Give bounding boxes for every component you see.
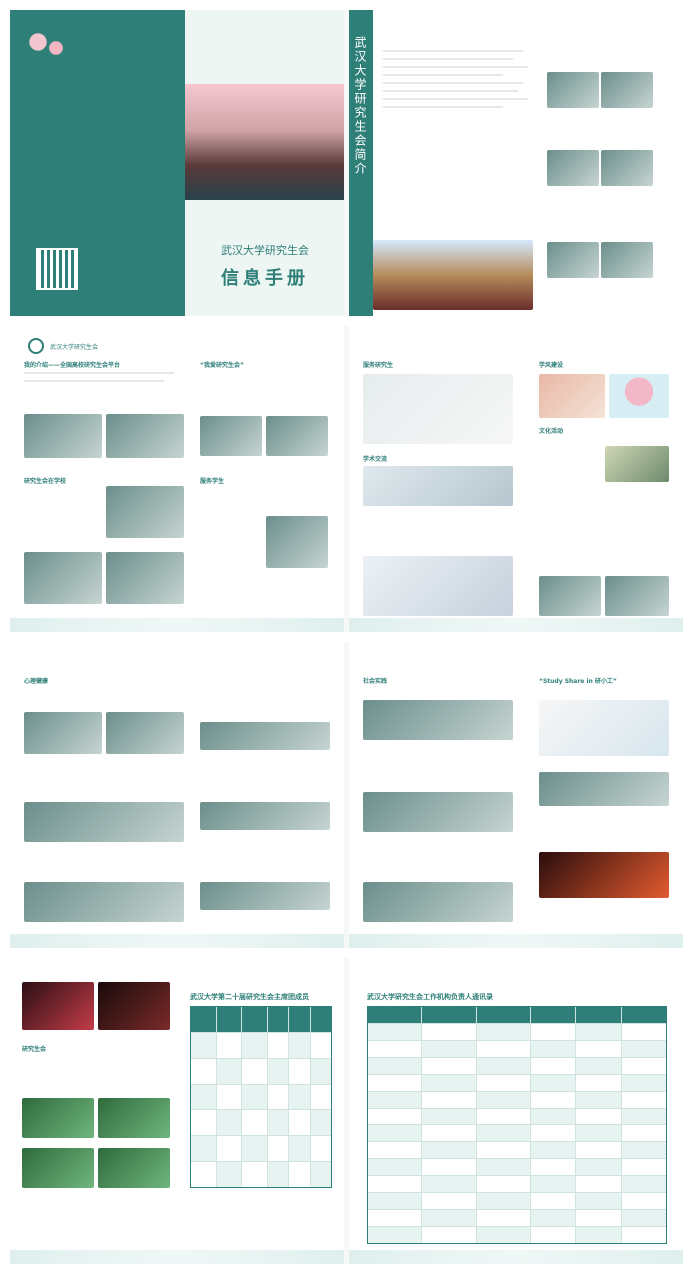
- intro-photo-6: [601, 242, 653, 278]
- member-table-1: 武汉大学第二十届研究生会主席团成员: [190, 992, 332, 1192]
- intro-page: 武汉大学研究生会简介: [349, 10, 683, 316]
- photo: [98, 1098, 170, 1138]
- photo: [363, 556, 513, 616]
- page-2-right: 服务研究生 学术交流 学风建设 文化活动: [349, 326, 683, 632]
- member-table-2: 武汉大学研究生会工作机构负责人通讯录: [367, 992, 667, 1244]
- section-title: 社会实践: [363, 678, 388, 685]
- decorative-wave: [10, 934, 344, 948]
- decorative-wave: [349, 934, 683, 948]
- table-title: 武汉大学研究生会工作机构负责人通讯录: [367, 993, 493, 1001]
- photo: [539, 772, 669, 806]
- section-title: 研究生会: [22, 1046, 47, 1053]
- photo: [98, 1148, 170, 1188]
- photo: [363, 466, 513, 506]
- page-2-left: 武汉大学研究生会 我的介绍——全国高校研究生会平台 研究生会在学校 “我爱研究生…: [10, 326, 344, 632]
- photo: [24, 882, 184, 922]
- photo: [106, 712, 184, 754]
- photo: [22, 1148, 94, 1188]
- photo: [24, 712, 102, 754]
- photo: [539, 576, 601, 616]
- campus-photo: [185, 84, 344, 200]
- section-title: 学风建设: [539, 362, 564, 369]
- page-4-left: 研究生会 武汉大学第二十届研究生会主席团成员: [10, 958, 344, 1264]
- intro-bottom-photo: [373, 240, 533, 310]
- photo: [363, 882, 513, 922]
- section-title: 服务研究生: [363, 362, 394, 369]
- photo: [22, 1098, 94, 1138]
- photo: [106, 414, 184, 458]
- page-3-right: 社会实践 “Study Share in 研小工”: [349, 642, 683, 948]
- section-title: “Study Share in 研小工”: [539, 678, 617, 685]
- photo: [363, 700, 513, 740]
- photo: [106, 486, 184, 538]
- section-title: 研究生会在学校: [24, 478, 67, 485]
- table-grid: [367, 1006, 667, 1244]
- intro-photo-5: [547, 242, 599, 278]
- cover-page: 武汉大学研究生会 信息手册: [10, 10, 344, 316]
- photo: [24, 802, 184, 842]
- logo-text: 武汉大学研究生会: [50, 343, 99, 351]
- photo: [106, 552, 184, 604]
- photo: [266, 516, 328, 568]
- photo: [609, 374, 669, 418]
- spread-4: 研究生会 武汉大学第二十届研究生会主席团成员 武汉大学研究生会工作机构负责人通讯…: [10, 958, 683, 1264]
- intro-vertical-title: 武汉大学研究生会简介: [353, 36, 367, 176]
- section-title: 服务学生: [200, 478, 225, 485]
- intro-photo-2: [601, 72, 653, 108]
- qr-code: [36, 248, 78, 290]
- section-title: 我的介绍——全国高校研究生会平台: [24, 362, 121, 369]
- intro-photo-1: [547, 72, 599, 108]
- photo: [539, 700, 669, 756]
- photo: [200, 882, 330, 910]
- decorative-wave: [10, 618, 344, 632]
- photo: [200, 416, 262, 456]
- logo-icon: [28, 338, 44, 354]
- table-title: 武汉大学第二十届研究生会主席团成员: [190, 993, 309, 1001]
- intro-photo-3: [547, 150, 599, 186]
- spread-3: 心理健康 社会实践 “Study Share in 研小工”: [10, 642, 683, 948]
- photo: [200, 722, 330, 750]
- photo: [98, 982, 170, 1030]
- photo: [605, 446, 669, 482]
- decorative-wave: [349, 1250, 683, 1264]
- cover-title: 武汉大学研究生会: [221, 244, 309, 257]
- decorative-wave: [349, 618, 683, 632]
- photo: [24, 414, 102, 458]
- photo: [24, 552, 102, 604]
- photo: [363, 374, 513, 444]
- spread-2: 武汉大学研究生会 我的介绍——全国高校研究生会平台 研究生会在学校 “我爱研究生…: [10, 326, 683, 632]
- page-header: 武汉大学研究生会: [28, 338, 98, 354]
- photo: [363, 792, 513, 832]
- page-4-right: 武汉大学研究生会工作机构负责人通讯录: [349, 958, 683, 1264]
- page-3-left: 心理健康: [10, 642, 344, 948]
- intro-photo-4: [601, 150, 653, 186]
- photo: [200, 802, 330, 830]
- photo: [266, 416, 328, 456]
- photo: [539, 374, 605, 418]
- cherry-blossom-illustration: [20, 30, 80, 60]
- cover-subtitle: 信息手册: [221, 268, 309, 289]
- table-grid: [190, 1006, 332, 1188]
- photo: [605, 576, 669, 616]
- photo: [22, 982, 94, 1030]
- section-title: 学术交流: [363, 456, 388, 463]
- section-title: 心理健康: [24, 678, 49, 685]
- decorative-wave: [10, 1250, 344, 1264]
- section-title: 文化活动: [539, 428, 564, 435]
- spread-1: 武汉大学研究生会 信息手册 武汉大学研究生会简介: [10, 10, 683, 316]
- section-title: “我爱研究生会”: [200, 362, 244, 369]
- photo: [539, 852, 669, 898]
